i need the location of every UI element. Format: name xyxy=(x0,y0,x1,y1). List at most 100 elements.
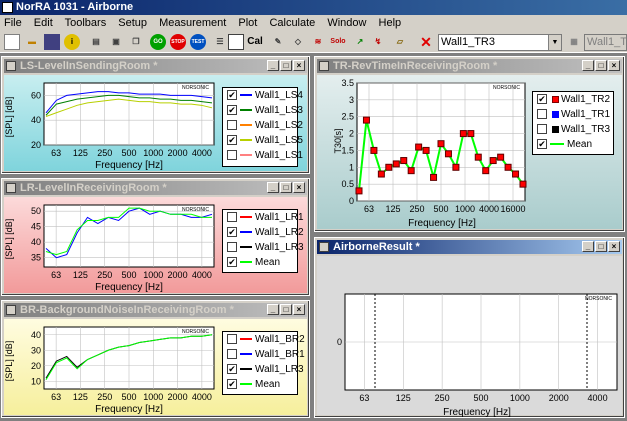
legend-item[interactable]: ✔ Wall1_TR2 xyxy=(533,92,613,107)
checkbox[interactable] xyxy=(537,109,547,120)
legend-item[interactable]: ✔ Mean xyxy=(223,377,297,392)
maximize-button[interactable]: □ xyxy=(280,182,292,193)
maximize-button[interactable]: □ xyxy=(280,304,292,315)
print-icon[interactable]: ▤ xyxy=(88,34,104,50)
minimize-button[interactable]: _ xyxy=(582,241,594,252)
minimize-button[interactable]: _ xyxy=(582,60,594,71)
tools-icon[interactable]: ✎ xyxy=(270,34,286,50)
chevron-down-icon[interactable]: ▼ xyxy=(548,35,561,50)
xtick-label: 250 xyxy=(409,204,424,214)
maximize-button[interactable]: □ xyxy=(595,60,607,71)
list-icon[interactable]: ☰ xyxy=(212,34,228,50)
legend-item[interactable]: Wall1_LR1 xyxy=(223,210,304,225)
delete-icon[interactable]: ✕ xyxy=(418,34,434,50)
legend-item[interactable]: Wall1_TR1 xyxy=(533,107,613,122)
toolbar: ▬ i ▤ ▣ ❐ GO STOP TEST ☰ Cal ✎ ◇ ≋ Solo … xyxy=(0,32,627,53)
chart-icon[interactable]: ↯ xyxy=(370,34,386,50)
legend-item[interactable]: ✔ Mean xyxy=(533,137,613,152)
solo-button[interactable]: Solo xyxy=(328,34,348,50)
minimize-button[interactable]: _ xyxy=(267,182,279,193)
checkbox[interactable]: ✔ xyxy=(227,364,237,375)
menu-file[interactable]: File xyxy=(4,17,22,29)
legend-item[interactable]: Wall1_BR1 xyxy=(223,347,305,362)
legend-item[interactable]: ✔ Wall1_LS3 xyxy=(223,103,303,118)
menu-toolbars[interactable]: Toolbars xyxy=(65,17,107,29)
data-marker xyxy=(519,180,527,188)
data-marker xyxy=(392,160,400,168)
checkbox[interactable] xyxy=(227,334,237,345)
legend-item[interactable]: Wall1_LS2 xyxy=(223,118,303,133)
legend-item[interactable]: Wall1_BR2 xyxy=(223,332,305,347)
checkbox[interactable]: ✔ xyxy=(227,257,237,268)
maximize-button[interactable]: □ xyxy=(595,241,607,252)
xtick-label: 4000 xyxy=(192,148,212,158)
curves-icon[interactable]: ≋ xyxy=(310,34,326,50)
legend-item[interactable]: Wall1_LS1 xyxy=(223,148,303,163)
lr-window-titlebar[interactable]: LR-LevelInReceivingRoom * _ □ × xyxy=(4,181,307,195)
checkbox[interactable]: ✔ xyxy=(227,135,237,146)
window-icon[interactable] xyxy=(228,34,244,50)
checkbox[interactable] xyxy=(227,150,237,161)
legend-item[interactable]: Wall1_TR3 xyxy=(533,122,613,137)
checkbox[interactable] xyxy=(227,349,237,360)
tr-watermark: NORSONIC xyxy=(493,85,520,91)
menu-help[interactable]: Help xyxy=(379,17,402,29)
menu-edit[interactable]: Edit xyxy=(34,17,53,29)
selection-combo[interactable]: Wall1_TR3 ▼ xyxy=(438,34,562,51)
checkbox[interactable]: ✔ xyxy=(227,379,237,390)
close-button[interactable]: × xyxy=(293,182,305,193)
save-icon[interactable] xyxy=(44,34,60,50)
test-button[interactable]: TEST xyxy=(190,34,206,50)
print-preview-icon[interactable]: ▣ xyxy=(108,34,124,50)
checkbox[interactable] xyxy=(537,124,547,135)
grid-icon[interactable]: ▦ xyxy=(566,34,582,50)
copy-icon[interactable]: ❐ xyxy=(128,34,144,50)
close-button[interactable]: × xyxy=(608,241,620,252)
checkbox[interactable]: ✔ xyxy=(227,105,237,116)
legend-label: Wall1_BR1 xyxy=(255,349,305,360)
maximize-button[interactable]: □ xyxy=(280,60,292,71)
open-folder-icon[interactable]: ▬ xyxy=(24,34,40,50)
menu-measurement[interactable]: Measurement xyxy=(159,17,226,29)
checkbox[interactable] xyxy=(227,120,237,131)
legend-item[interactable]: Wall1_LR3 xyxy=(223,240,304,255)
info-icon[interactable]: i xyxy=(64,34,80,50)
legend-item[interactable]: ✔ Mean xyxy=(223,255,297,270)
ls-window-titlebar[interactable]: LS-LevelInSendingRoom * _ □ × xyxy=(4,59,307,73)
lr-xticks: 63 125 250 500 1000 2000 4000 xyxy=(51,270,212,280)
close-button[interactable]: × xyxy=(293,60,305,71)
data-marker xyxy=(355,187,363,195)
stop-button[interactable]: STOP xyxy=(170,34,186,50)
go-button[interactable]: GO xyxy=(150,34,166,50)
checkbox[interactable]: ✔ xyxy=(537,94,547,105)
checkbox[interactable] xyxy=(227,242,237,253)
box-icon[interactable]: ▱ xyxy=(392,34,408,50)
ab-window-titlebar[interactable]: AirborneResult * _ □ × xyxy=(317,240,622,254)
menu-setup[interactable]: Setup xyxy=(118,17,147,29)
legend-item[interactable]: ✔ Wall1_LS5 xyxy=(223,133,303,148)
trend-icon[interactable]: ↗ xyxy=(352,34,368,50)
br-window-titlebar[interactable]: BR-BackgroundNoiseInReceivingRoom * _ □ × xyxy=(4,303,307,317)
data-marker xyxy=(482,167,490,175)
minimize-button[interactable]: _ xyxy=(267,304,279,315)
menu-calculate[interactable]: Calculate xyxy=(269,17,315,29)
minimize-button[interactable]: _ xyxy=(267,60,279,71)
close-button[interactable]: × xyxy=(608,60,620,71)
menu-window[interactable]: Window xyxy=(327,17,366,29)
legend-item[interactable]: ✔ Wall1_LS4 xyxy=(223,88,303,103)
data-marker xyxy=(444,150,452,158)
cal-button[interactable]: Cal xyxy=(245,34,265,50)
close-button[interactable]: × xyxy=(293,304,305,315)
legend-item[interactable]: ✔ Wall1_LR2 xyxy=(223,225,304,240)
app-title: NorRA 1031 - Airborne xyxy=(16,1,134,13)
checkbox[interactable]: ✔ xyxy=(227,90,237,101)
legend-item[interactable]: ✔ Wall1_LR3 xyxy=(223,362,304,377)
menu-plot[interactable]: Plot xyxy=(238,17,257,29)
eraser-icon[interactable]: ◇ xyxy=(290,34,306,50)
tr-window-titlebar[interactable]: TR-RevTimeInReceivingRoom * _ □ × xyxy=(317,59,622,73)
ytick-label: 40 xyxy=(31,237,41,247)
new-file-icon[interactable] xyxy=(4,34,20,50)
checkbox[interactable] xyxy=(227,212,237,223)
checkbox[interactable]: ✔ xyxy=(537,139,547,150)
checkbox[interactable]: ✔ xyxy=(227,227,237,238)
